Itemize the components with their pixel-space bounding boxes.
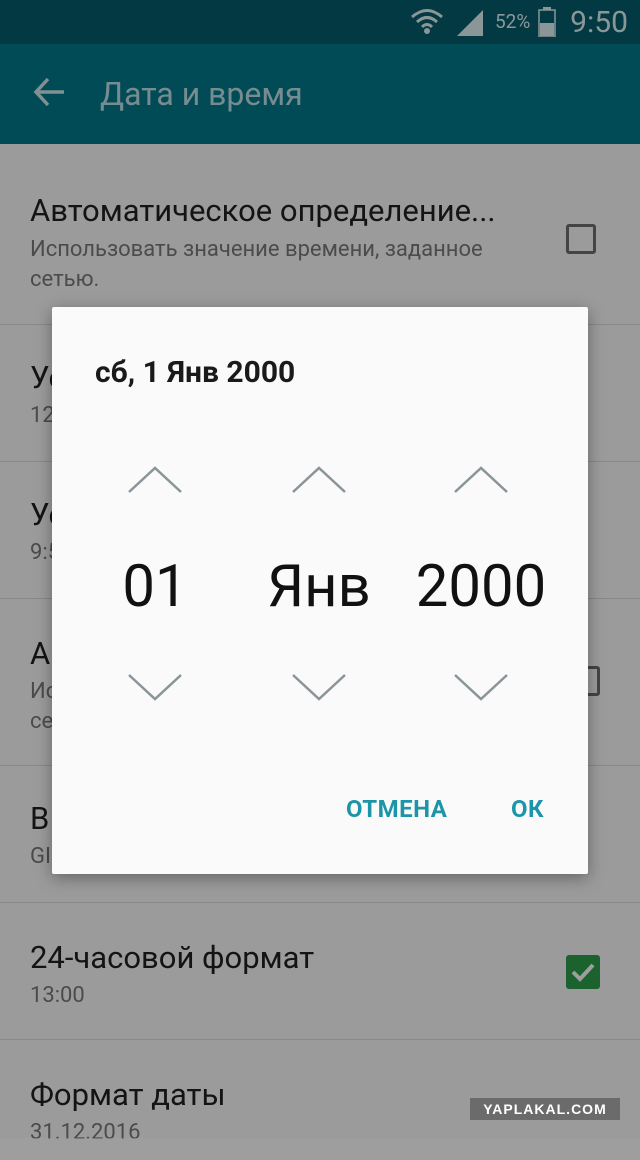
year-value[interactable]: 2000 xyxy=(406,552,556,622)
day-increment-icon[interactable] xyxy=(127,465,183,495)
month-picker[interactable]: Янв xyxy=(244,457,394,717)
year-increment-icon[interactable] xyxy=(453,465,509,495)
year-picker[interactable]: 2000 xyxy=(406,457,556,717)
month-increment-icon[interactable] xyxy=(291,465,347,495)
dialog-title: сб, 1 Янв 2000 xyxy=(95,355,296,390)
day-value[interactable]: 01 xyxy=(80,552,230,622)
day-decrement-icon[interactable] xyxy=(127,672,183,702)
year-decrement-icon[interactable] xyxy=(453,672,509,702)
ok-button[interactable]: ОК xyxy=(511,795,544,823)
watermark: YAPLAKAL.COM xyxy=(470,1098,620,1120)
cancel-button[interactable]: ОТМЕНА xyxy=(346,795,447,823)
date-picker-dialog: сб, 1 Янв 2000 01 Янв 2000 ОТМЕНА ОК xyxy=(52,307,588,874)
month-decrement-icon[interactable] xyxy=(291,672,347,702)
day-picker[interactable]: 01 xyxy=(80,457,230,717)
month-value[interactable]: Янв xyxy=(244,552,394,622)
